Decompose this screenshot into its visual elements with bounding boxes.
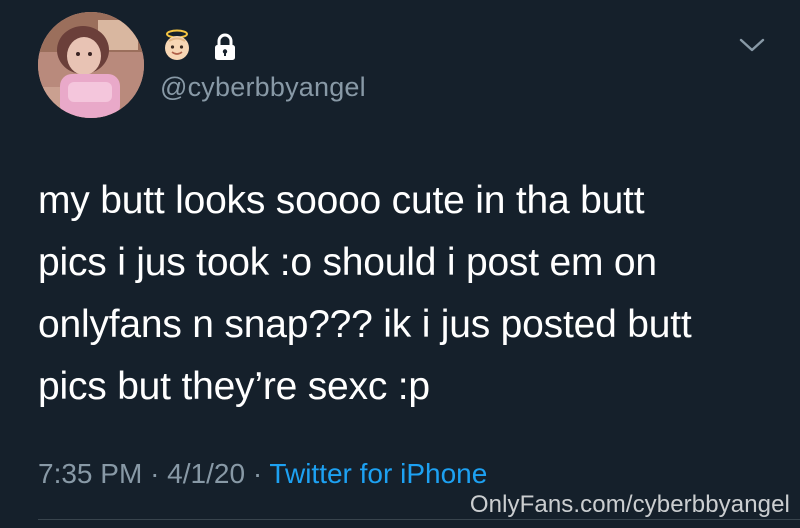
divider — [38, 519, 800, 520]
tweet-text-line: pics but they’re sexc :p — [38, 365, 430, 408]
lock-icon — [212, 33, 238, 61]
tweet-text-line: onlyfans n snap??? ik i jus posted butt — [38, 303, 692, 346]
tweet-text-line: pics i jus took :o should i post em on — [38, 241, 657, 284]
tweet-card: @cyberbbyangel my butt looks soooo cute … — [0, 0, 800, 528]
tweet-time[interactable]: 7:35 PM — [38, 458, 142, 489]
avatar[interactable] — [38, 12, 144, 118]
tweet-date[interactable]: 4/1/20 — [167, 458, 245, 489]
meta-separator: · — [150, 458, 160, 489]
watermark: OnlyFans.com/cyberbbyangel — [469, 491, 790, 518]
angel-face-icon — [160, 28, 194, 62]
tweet-text: my butt looks soooo cute in tha butt pic… — [38, 170, 778, 418]
tweet-source-link[interactable]: Twitter for iPhone — [269, 458, 487, 489]
chevron-down-icon[interactable] — [738, 36, 766, 54]
tweet-text-line: my butt looks soooo cute in tha butt — [38, 179, 645, 222]
meta-separator: · — [252, 458, 263, 489]
tweet-metadata: 7:35 PM · 4/1/20 · Twitter for iPhone — [38, 458, 487, 490]
user-handle[interactable]: @cyberbbyangel — [160, 72, 366, 103]
